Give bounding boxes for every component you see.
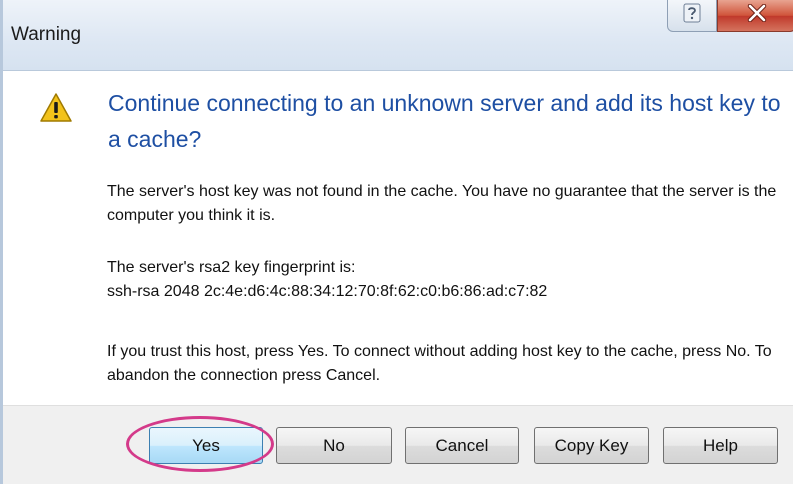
fingerprint-block: The server's rsa2 key fingerprint is: ss… <box>107 256 787 304</box>
warning-triangle-icon <box>40 92 72 124</box>
copy-key-button[interactable]: Copy Key <box>534 427 649 464</box>
close-x-icon <box>747 3 767 27</box>
instructions-text: If you trust this host, press Yes. To co… <box>107 343 772 384</box>
fingerprint-value: ssh-rsa 2048 2c:4e:d6:4c:88:34:12:70:8f:… <box>107 283 548 300</box>
cancel-button[interactable]: Cancel <box>405 427 519 464</box>
fingerprint-label: The server's rsa2 key fingerprint is: <box>107 259 356 276</box>
button-bar: Yes No Cancel Copy Key Help <box>3 405 793 484</box>
help-button[interactable]: Help <box>663 427 778 464</box>
question-mark-icon <box>683 3 701 28</box>
dialog-content: Continue connecting to an unknown server… <box>3 71 793 405</box>
help-title-button[interactable] <box>667 0 717 32</box>
window-title: Warning <box>11 24 82 45</box>
main-instruction: Continue connecting to an unknown server… <box>108 90 781 152</box>
no-button[interactable]: No <box>276 427 392 464</box>
warning-dialog: Warning Continue connecting to an unknow… <box>0 0 793 484</box>
yes-button[interactable]: Yes <box>149 427 263 464</box>
close-button[interactable] <box>717 0 793 32</box>
title-bar[interactable]: Warning <box>3 0 793 71</box>
host-key-not-found-text: The server's host key was not found in t… <box>107 183 777 224</box>
